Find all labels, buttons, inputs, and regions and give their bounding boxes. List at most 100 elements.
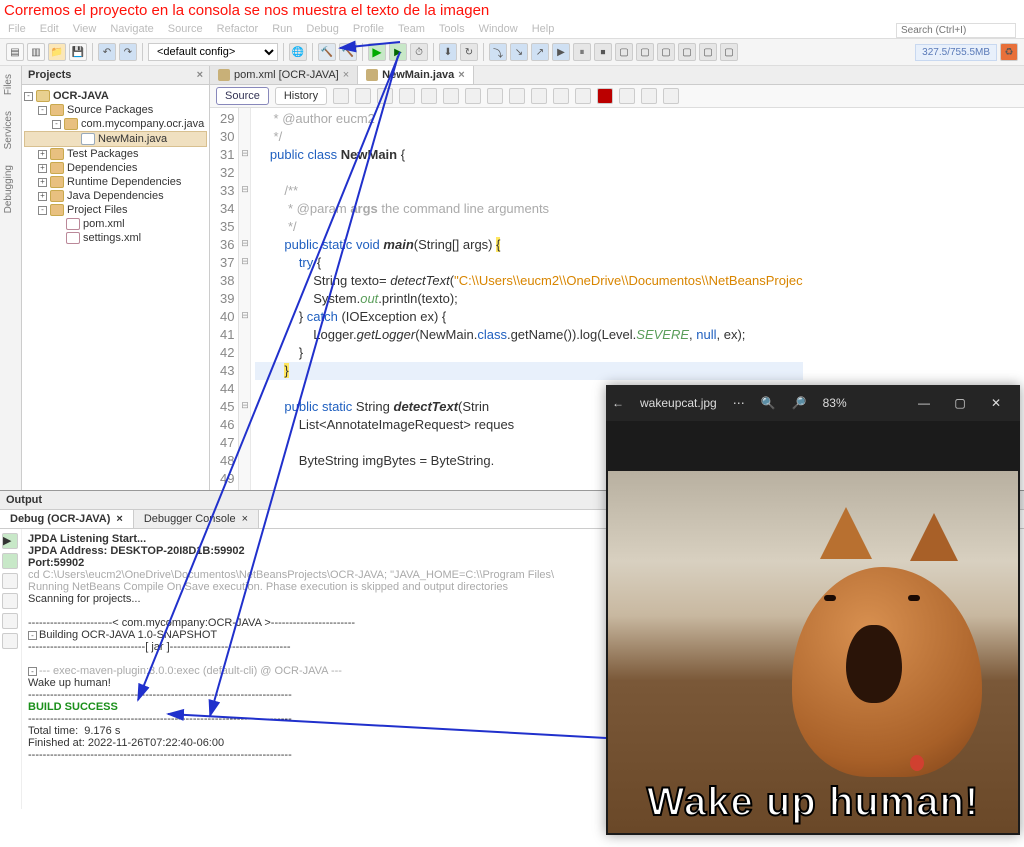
editor-tab[interactable]: pom.xml [OCR-JAVA]× <box>210 66 358 84</box>
editor-toolbar-icon[interactable] <box>641 88 657 104</box>
editor-toolbar-icon[interactable] <box>619 88 635 104</box>
minimize-icon[interactable]: — <box>906 385 942 421</box>
rerun-icon[interactable]: ▶ <box>2 533 18 549</box>
tab-close-icon[interactable]: × <box>458 69 464 81</box>
menu-file[interactable]: File <box>8 23 26 38</box>
profile-icon[interactable]: ⏱ <box>410 43 428 61</box>
step-into-icon[interactable]: ↘ <box>510 43 528 61</box>
sidetab-services[interactable]: Services <box>0 103 17 157</box>
menu-window[interactable]: Window <box>479 23 518 38</box>
open-project-icon[interactable]: 📁 <box>48 43 66 61</box>
tree-node[interactable]: settings.xml <box>24 231 207 245</box>
menu-source[interactable]: Source <box>168 23 203 38</box>
tree-node[interactable]: -com.mycompany.ocr.java <box>24 117 207 131</box>
editor-toolbar-icon[interactable] <box>421 88 437 104</box>
config-select[interactable]: <default config> <box>148 43 278 61</box>
more-icon[interactable]: ⋯ <box>733 396 745 410</box>
editor-toolbar-icon[interactable] <box>443 88 459 104</box>
subtab-history[interactable]: History <box>275 87 327 105</box>
tb-icon-5[interactable]: ▢ <box>699 43 717 61</box>
editor-toolbar-icon[interactable] <box>531 88 547 104</box>
tab-close-icon[interactable]: × <box>343 69 349 81</box>
menu-navigate[interactable]: Navigate <box>110 23 153 38</box>
tb-icon-2[interactable]: ▢ <box>636 43 654 61</box>
menu-debug[interactable]: Debug <box>306 23 338 38</box>
editor-toolbar-icon[interactable] <box>355 88 371 104</box>
editor-toolbar-icon[interactable] <box>509 88 525 104</box>
menu-edit[interactable]: Edit <box>40 23 59 38</box>
menu-help[interactable]: Help <box>532 23 555 38</box>
project-tree[interactable]: -OCR-JAVA -Source Packages-com.mycompany… <box>22 85 209 249</box>
image-content: Wake up human! <box>608 471 1018 833</box>
menu-run[interactable]: Run <box>272 23 292 38</box>
search-input[interactable] <box>896 23 1016 38</box>
run-icon[interactable]: ▶ <box>368 43 386 61</box>
tb-icon-3[interactable]: ▢ <box>657 43 675 61</box>
wrap-text-icon[interactable] <box>2 613 18 629</box>
menu-view[interactable]: View <box>73 23 97 38</box>
menu-team[interactable]: Team <box>398 23 425 38</box>
rerun-debug-icon[interactable] <box>2 553 18 569</box>
editor-toolbar-icon[interactable] <box>399 88 415 104</box>
tb-icon-6[interactable]: ▢ <box>720 43 738 61</box>
redo-icon[interactable]: ↷ <box>119 43 137 61</box>
tb-icon-4[interactable]: ▢ <box>678 43 696 61</box>
step-out-icon[interactable]: ↗ <box>531 43 549 61</box>
maximize-icon[interactable]: ▢ <box>942 385 978 421</box>
stop-icon[interactable]: ⏹ <box>594 43 612 61</box>
projects-close-icon[interactable]: × <box>197 69 203 81</box>
build-icon[interactable]: 🔨 <box>318 43 336 61</box>
menu-profile[interactable]: Profile <box>353 23 384 38</box>
globe-icon[interactable]: 🌐 <box>289 43 307 61</box>
memory-indicator[interactable]: 327.5/755.5MB <box>915 44 997 61</box>
zoom-in-icon[interactable]: 🔎 <box>792 396 807 410</box>
editor-tab[interactable]: NewMain.java× <box>358 66 474 84</box>
attach-debugger-icon[interactable]: ⬇ <box>439 43 457 61</box>
tree-node[interactable]: +Dependencies <box>24 161 207 175</box>
tree-node[interactable]: -Source Packages <box>24 103 207 117</box>
editor-toolbar-icon[interactable] <box>553 88 569 104</box>
debug-icon[interactable]: ▶ <box>389 43 407 61</box>
tree-node[interactable]: +Java Dependencies <box>24 189 207 203</box>
tree-node[interactable]: +Runtime Dependencies <box>24 175 207 189</box>
save-all-icon[interactable]: 💾 <box>69 43 87 61</box>
macro-record-icon[interactable] <box>597 88 613 104</box>
tree-node[interactable]: +Test Packages <box>24 147 207 161</box>
tree-node[interactable]: -Project Files <box>24 203 207 217</box>
new-project-icon[interactable]: ▥ <box>27 43 45 61</box>
reload-icon[interactable]: ↻ <box>460 43 478 61</box>
clean-build-icon[interactable]: 🔨 <box>339 43 357 61</box>
tree-node[interactable]: NewMain.java <box>24 131 207 147</box>
output-tab[interactable]: Debug (OCR-JAVA)× <box>0 510 134 528</box>
step-over-icon[interactable]: ⤵ <box>489 43 507 61</box>
editor-toolbar-icon[interactable] <box>487 88 503 104</box>
clear-output-icon[interactable] <box>2 633 18 649</box>
editor-toolbar-icon[interactable] <box>575 88 591 104</box>
tab-close-icon[interactable]: × <box>242 513 248 525</box>
photos-window[interactable]: ← wakeupcat.jpg ⋯ 🔍 🔎 83% — ▢ ✕ Wake up … <box>606 385 1020 835</box>
subtab-source[interactable]: Source <box>216 87 269 105</box>
menu-refactor[interactable]: Refactor <box>217 23 259 38</box>
tab-close-icon[interactable]: × <box>116 513 122 525</box>
tree-node[interactable]: pom.xml <box>24 217 207 231</box>
menu-tools[interactable]: Tools <box>439 23 465 38</box>
close-icon[interactable]: ✕ <box>978 385 1014 421</box>
stop-output-icon[interactable] <box>2 573 18 589</box>
pause-icon[interactable]: ⏸ <box>573 43 591 61</box>
output-tab[interactable]: Debugger Console× <box>134 510 259 528</box>
gc-icon[interactable]: ♻ <box>1000 43 1018 61</box>
editor-toolbar-icon[interactable] <box>663 88 679 104</box>
sidetab-debugging[interactable]: Debugging <box>0 157 17 221</box>
continue-icon[interactable]: ▶ <box>552 43 570 61</box>
tb-icon-1[interactable]: ▢ <box>615 43 633 61</box>
new-file-icon[interactable]: ▤ <box>6 43 24 61</box>
project-root[interactable]: OCR-JAVA <box>53 90 109 102</box>
editor-toolbar-icon[interactable] <box>333 88 349 104</box>
save-output-icon[interactable] <box>2 593 18 609</box>
editor-toolbar-icon[interactable] <box>377 88 393 104</box>
sidetab-files[interactable]: Files <box>0 66 17 103</box>
editor-toolbar-icon[interactable] <box>465 88 481 104</box>
back-icon[interactable]: ← <box>612 396 624 410</box>
zoom-out-icon[interactable]: 🔍 <box>761 396 776 410</box>
undo-icon[interactable]: ↶ <box>98 43 116 61</box>
